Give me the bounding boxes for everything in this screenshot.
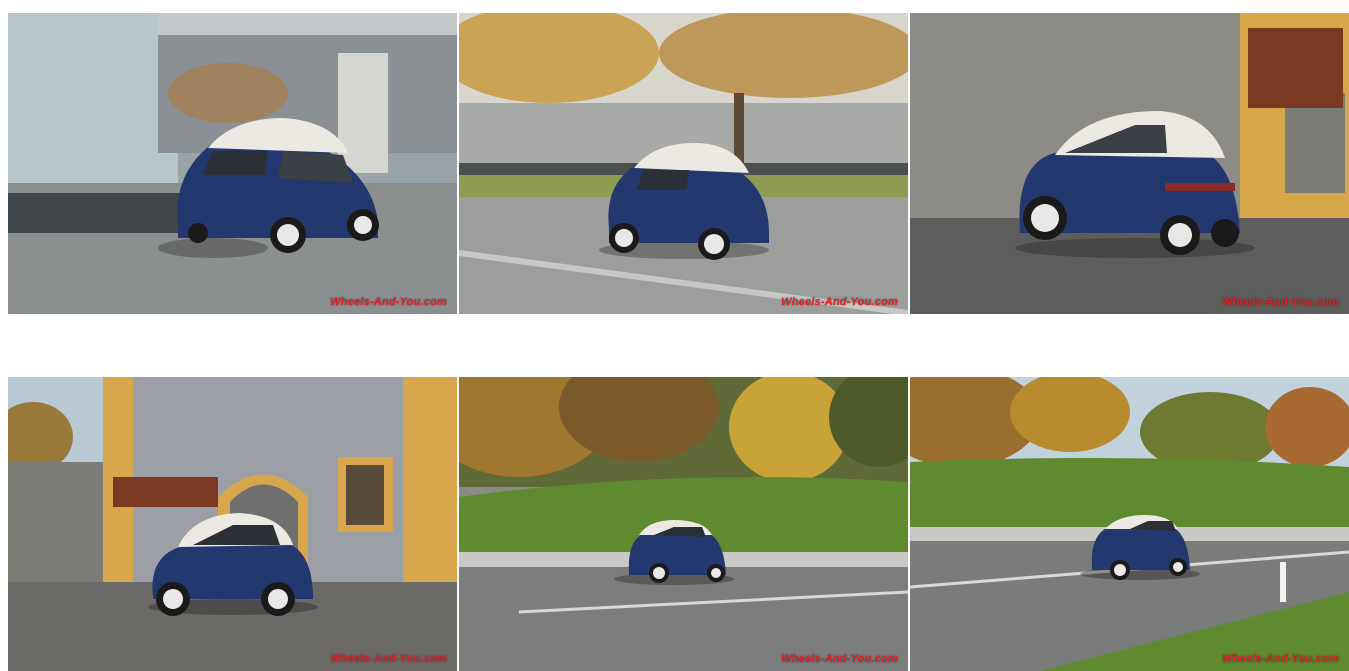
photo-4-image [8,377,457,671]
gallery-photo-6[interactable]: Wheels-And-You.com [910,377,1349,671]
gallery-photo-1[interactable]: Wheels-And-You.com [8,13,457,314]
photo-gallery: Wheels-And-You.com Wheels-And-You.com Wh… [0,0,1349,671]
photo-3-image [910,13,1349,314]
photo-5-watermark: Wheels-And-You.com [781,653,898,665]
gallery-photo-2[interactable]: Wheels-And-You.com [459,13,908,314]
photo-2-image [459,13,908,314]
photo-2-watermark: Wheels-And-You.com [781,296,898,308]
photo-1-watermark: Wheels-And-You.com [330,296,447,308]
photo-1-image [8,13,457,314]
photo-6-watermark: Wheels-And-You.com [1222,653,1339,665]
gallery-photo-3[interactable]: Wheels-And-You.com [910,13,1349,314]
photo-3-watermark: Wheels-And-You.com [1222,296,1339,308]
photo-5-image [459,377,908,671]
photo-6-image [910,377,1349,671]
gallery-photo-5[interactable]: Wheels-And-You.com [459,377,908,671]
gallery-photo-4[interactable]: Wheels-And-You.com [8,377,457,671]
photo-4-watermark: Wheels-And-You.com [330,653,447,665]
